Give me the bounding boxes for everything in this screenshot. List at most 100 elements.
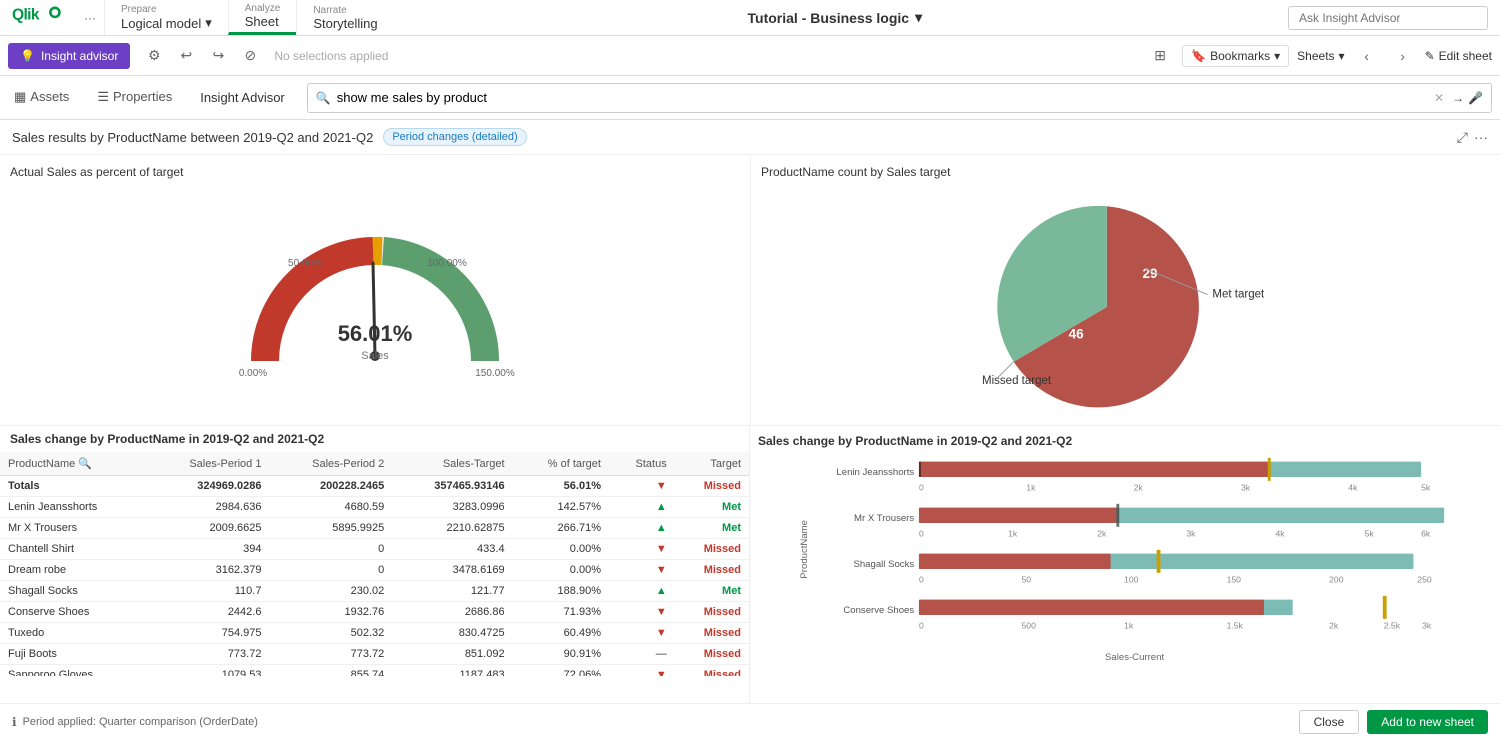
footer-actions: Close Add to new sheet <box>1299 710 1488 734</box>
svg-text:Sales-Current: Sales-Current <box>1105 652 1164 663</box>
edit-sheet-button[interactable]: ✎ Edit sheet <box>1425 49 1492 63</box>
expand-icon[interactable]: ⤢ <box>1457 129 1468 146</box>
insight-search-container: 🔍 ✕ → 🎤 <box>299 76 1500 119</box>
gauge-title: Actual Sales as percent of target <box>10 165 740 179</box>
table-title: Sales change by ProductName in 2019-Q2 a… <box>10 432 324 446</box>
nav-center: Tutorial - Business logic ▾ <box>394 0 1276 35</box>
clear-search-icon[interactable]: ✕ <box>1434 91 1444 105</box>
svg-text:Sales: Sales <box>361 350 389 362</box>
svg-text:0: 0 <box>919 482 924 492</box>
result-header: Sales results by ProductName between 201… <box>0 120 1500 155</box>
result-actions: ⤢ ··· <box>1457 129 1488 146</box>
nav-search <box>1276 0 1500 35</box>
svg-text:Lenin Jeansshorts: Lenin Jeansshorts <box>836 467 914 478</box>
clear-icon[interactable]: ⊘ <box>238 44 262 68</box>
table-row: Mr X Trousers2009.66255895.99252210.6287… <box>0 518 749 539</box>
grid-icon: ▦ <box>14 89 26 105</box>
svg-text:46: 46 <box>1068 327 1083 342</box>
svg-text:50: 50 <box>1022 574 1032 584</box>
footer: ℹ Period applied: Quarter comparison (Or… <box>0 703 1500 739</box>
tab-assets[interactable]: ▦ Assets <box>0 76 83 120</box>
table-section: Sales change by ProductName in 2019-Q2 a… <box>0 426 750 703</box>
svg-text:0: 0 <box>919 620 924 630</box>
svg-text:0: 0 <box>919 528 924 538</box>
nav-more-dots[interactable]: ··· <box>76 0 104 35</box>
table-row: Chantell Shirt3940433.40.00%▼Missed <box>0 539 749 560</box>
bar-chart-area: Lenin Jeansshorts 0 1k 2k 3k 4k 5k Mr X … <box>758 454 1492 698</box>
svg-text:29: 29 <box>1142 266 1157 281</box>
svg-text:ProductName: ProductName <box>799 520 810 579</box>
pie-container: 46 29 Met target Missed target <box>761 187 1490 425</box>
sheets-button[interactable]: Sheets ▾ <box>1297 49 1344 63</box>
svg-text:5k: 5k <box>1365 528 1375 538</box>
col-search-icon[interactable]: 🔍 <box>78 458 92 470</box>
more-options-icon[interactable]: ··· <box>1474 129 1488 146</box>
nav-prepare-title: Logical model ▾ <box>121 15 212 31</box>
chevron-down-icon: ▾ <box>205 15 212 31</box>
svg-text:150: 150 <box>1227 574 1242 584</box>
svg-text:250: 250 <box>1417 574 1432 584</box>
main-content: Sales results by ProductName between 201… <box>0 120 1500 703</box>
info-icon: ℹ <box>12 715 17 729</box>
svg-text:3k: 3k <box>1186 528 1196 538</box>
charts-area: Actual Sales as percent of target 56.01% <box>0 155 1500 425</box>
bookmarks-button[interactable]: 🔖 Bookmarks ▾ <box>1182 45 1289 67</box>
svg-text:0: 0 <box>919 574 924 584</box>
main-toolbar: 💡 Insight advisor ⚙ ↩ ↪ ⊘ No selections … <box>0 36 1500 76</box>
table-row: Tuxedo754.975502.32830.472560.49%▼Missed <box>0 623 749 644</box>
search-bar-row: ▦ Assets ☰ Properties Insight Advisor 🔍 … <box>0 76 1500 120</box>
redo-icon[interactable]: ↪ <box>206 44 230 68</box>
top-nav: Qlik ··· Prepare Logical model ▾ Analyze… <box>0 0 1500 36</box>
next-sheet-icon[interactable]: › <box>1389 42 1417 70</box>
sales-table: ProductName 🔍 Sales-Period 1 Sales-Perio… <box>0 452 749 676</box>
chevron-down-icon: ▾ <box>1274 49 1280 63</box>
col-status: Status <box>609 452 675 476</box>
period-badge: Period changes (detailed) <box>383 128 526 146</box>
svg-text:2.5k: 2.5k <box>1384 620 1401 630</box>
add-to-sheet-button[interactable]: Add to new sheet <box>1367 710 1488 734</box>
no-selections-text: No selections applied <box>274 49 388 63</box>
grid-icon[interactable]: ⊞ <box>1146 42 1174 70</box>
svg-text:5k: 5k <box>1421 482 1431 492</box>
table-row: Lenin Jeansshorts2984.6364680.593283.099… <box>0 497 749 518</box>
svg-text:2k: 2k <box>1134 482 1144 492</box>
toolbar-icons: ⚙ ↩ ↪ ⊘ No selections applied <box>130 44 400 68</box>
pie-title: ProductName count by Sales target <box>761 165 1490 179</box>
bottom-area: Sales change by ProductName in 2019-Q2 a… <box>0 425 1500 703</box>
ask-insight-input[interactable] <box>1288 6 1488 30</box>
pie-svg: 46 29 Met target Missed target <box>896 187 1356 425</box>
bar-chart-svg: Lenin Jeansshorts 0 1k 2k 3k 4k 5k Mr X … <box>758 454 1492 684</box>
svg-text:Missed target: Missed target <box>982 375 1052 387</box>
table-row: Conserve Shoes2442.61932.762686.8671.93%… <box>0 602 749 623</box>
svg-text:2k: 2k <box>1329 620 1339 630</box>
table-row: Fuji Boots773.72773.72851.09290.91%—Miss… <box>0 644 749 665</box>
pie-chart-section: ProductName count by Sales target 46 29 … <box>750 155 1500 425</box>
svg-text:Qlik: Qlik <box>12 7 40 24</box>
tab-properties[interactable]: ☰ Properties <box>83 76 186 120</box>
edit-icon: ✎ <box>1425 49 1435 63</box>
search-go-icon[interactable]: → <box>1452 91 1464 105</box>
insight-advisor-label: Insight Advisor <box>186 76 299 119</box>
undo-icon[interactable]: ↩ <box>174 44 198 68</box>
nav-prepare[interactable]: Prepare Logical model ▾ <box>104 0 228 35</box>
selections-icon[interactable]: ⚙ <box>142 44 166 68</box>
nav-analyze[interactable]: Analyze Sheet <box>228 0 297 35</box>
app-title[interactable]: Tutorial - Business logic ▾ <box>748 9 923 26</box>
nav-narrate[interactable]: Narrate Storytelling <box>296 0 393 35</box>
footer-period-text: Period applied: Quarter comparison (Orde… <box>23 716 258 728</box>
prev-sheet-icon[interactable]: ‹ <box>1353 42 1381 70</box>
gauge-chart-section: Actual Sales as percent of target 56.01% <box>0 155 750 425</box>
col-product-name: ProductName 🔍 <box>0 452 147 476</box>
bookmark-icon: 🔖 <box>1191 49 1206 63</box>
svg-text:100.00%: 100.00% <box>427 258 467 269</box>
svg-text:200: 200 <box>1329 574 1344 584</box>
insight-search-input[interactable] <box>337 90 1430 105</box>
svg-text:1k: 1k <box>1026 482 1036 492</box>
insight-advisor-button[interactable]: 💡 Insight advisor <box>8 43 130 69</box>
footer-info: ℹ Period applied: Quarter comparison (Or… <box>12 715 258 729</box>
svg-text:Mr X Trousers: Mr X Trousers <box>854 513 914 524</box>
nav-analyze-title: Sheet <box>245 14 281 29</box>
close-button[interactable]: Close <box>1299 710 1360 734</box>
table-container[interactable]: ProductName 🔍 Sales-Period 1 Sales-Perio… <box>0 452 749 676</box>
microphone-icon[interactable]: 🎤 <box>1468 91 1483 105</box>
